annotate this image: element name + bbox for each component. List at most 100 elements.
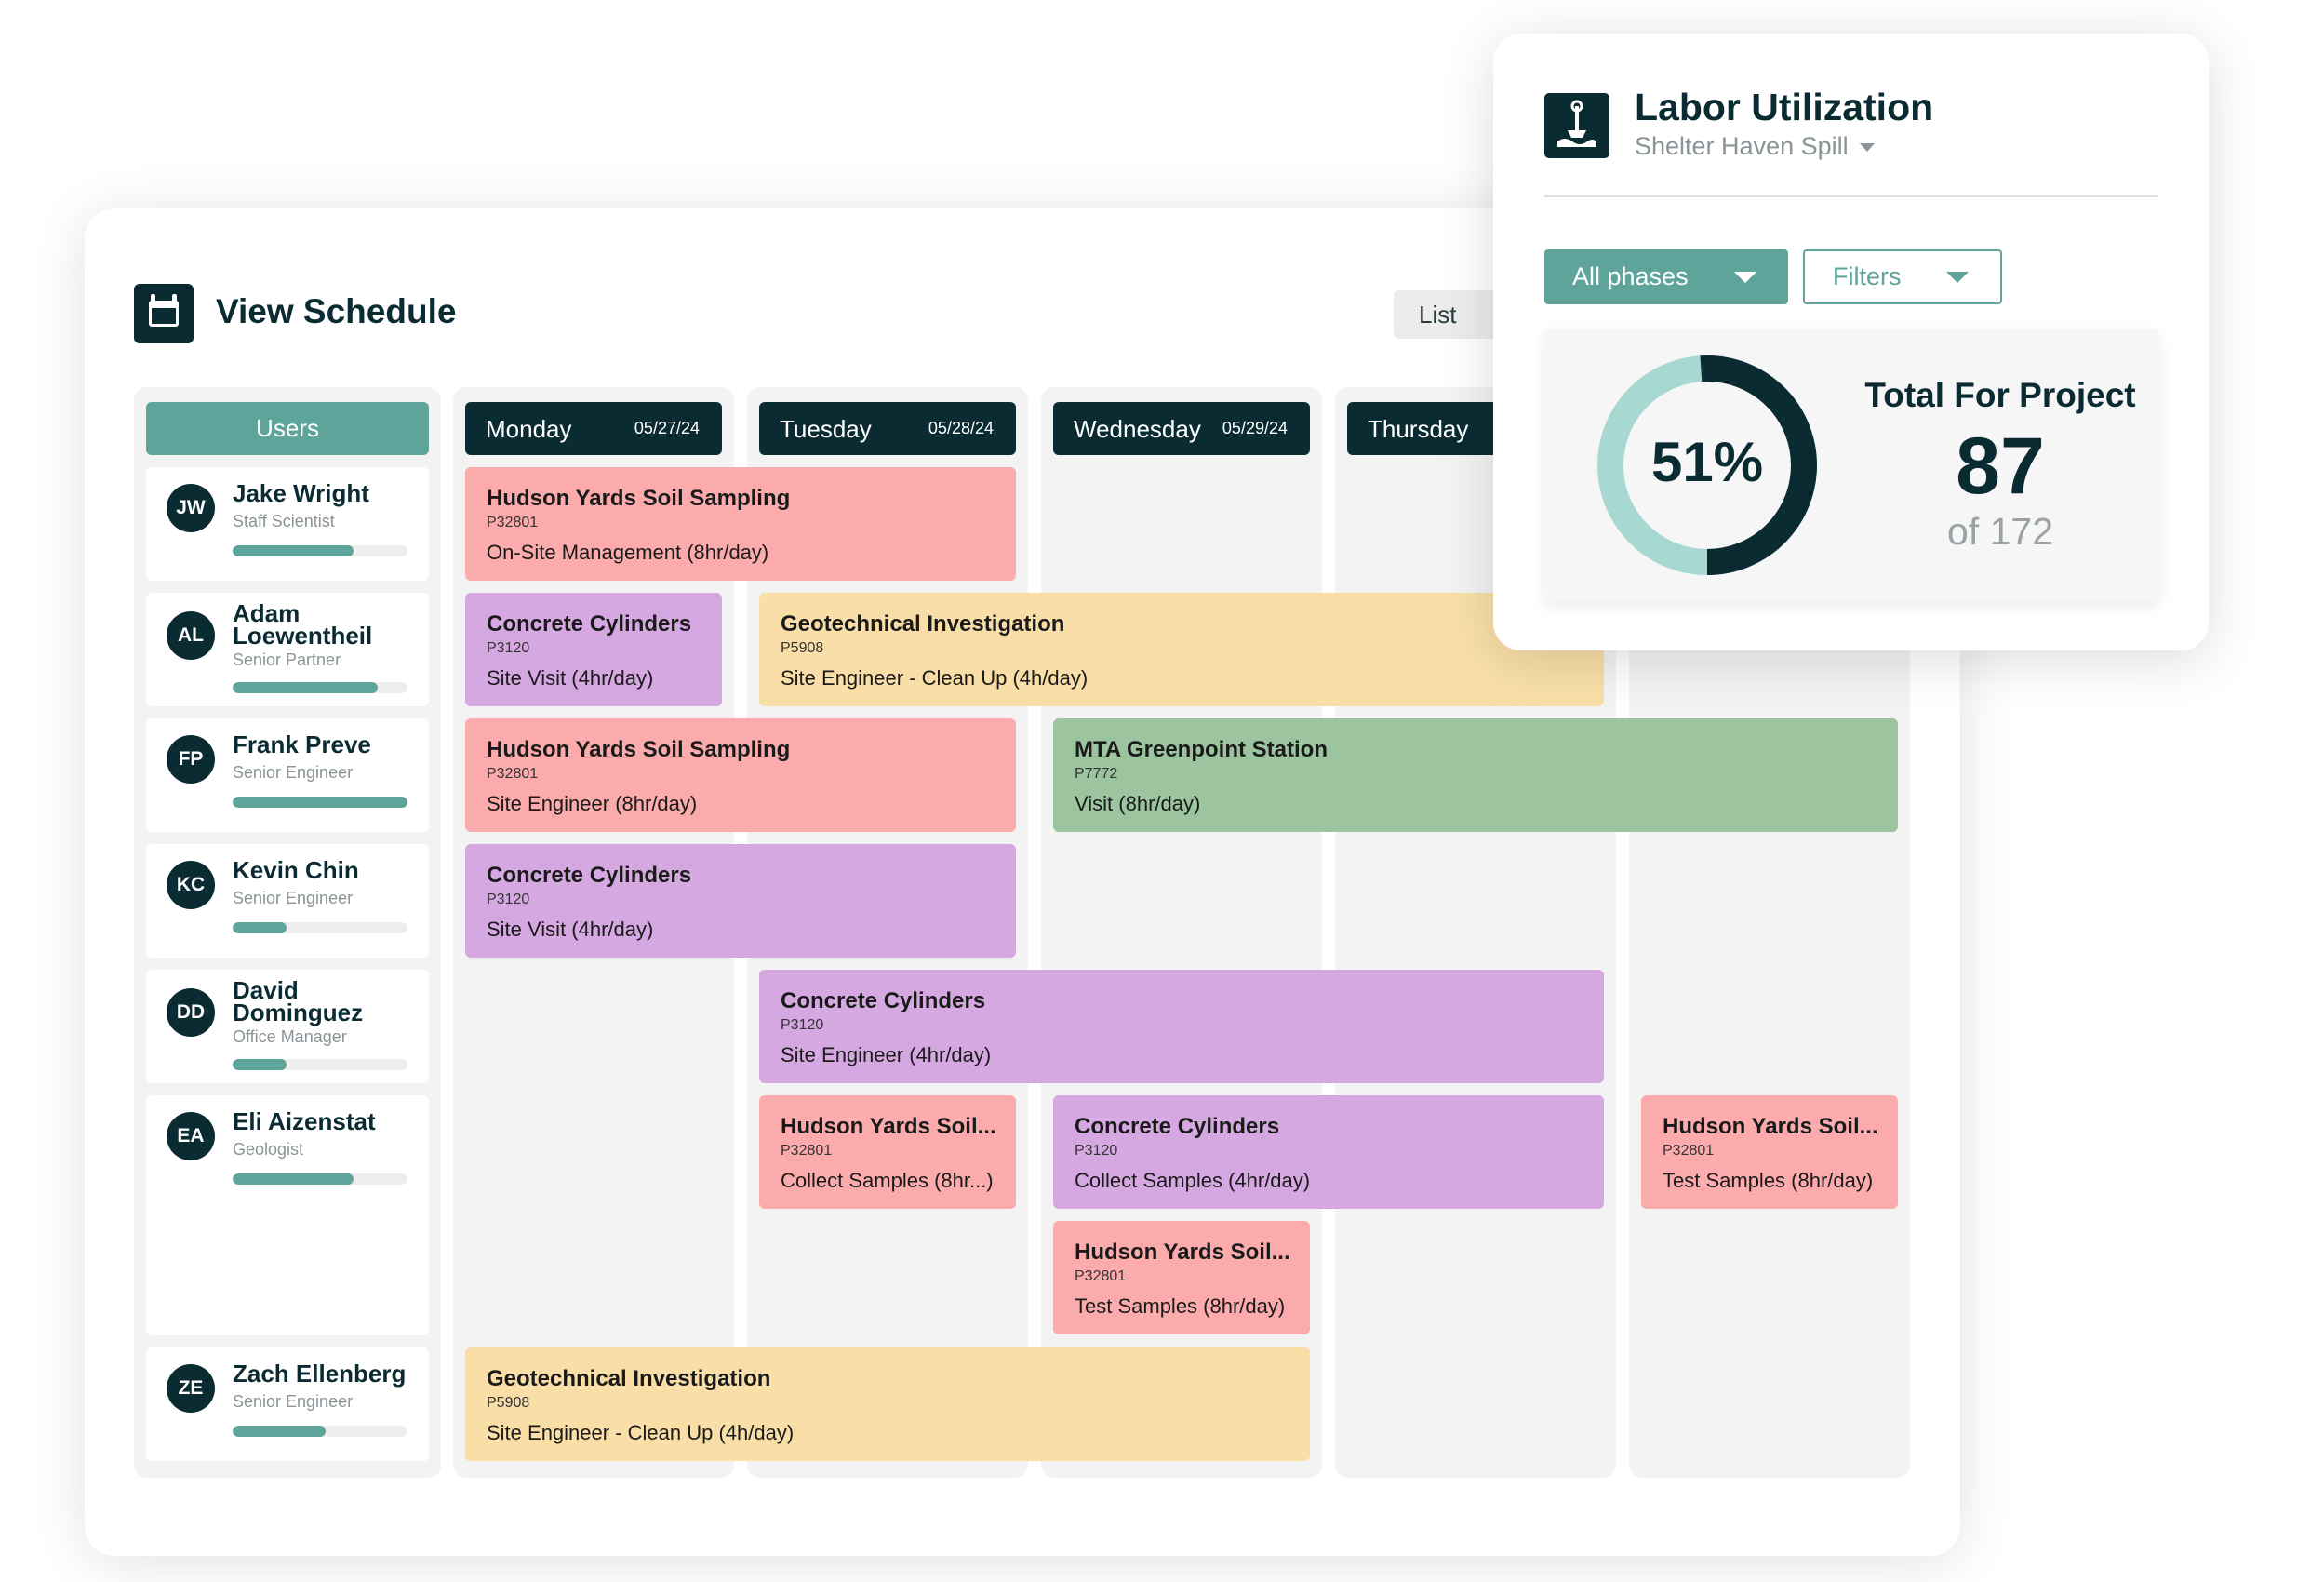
schedule-event[interactable]: Hudson Yards Soil... P32801 Collect Samp… <box>759 1095 1016 1209</box>
user-role: Senior Engineer <box>233 763 354 782</box>
event-title: Concrete Cylinders <box>781 988 986 1013</box>
day-date: 05/28/24 <box>928 419 994 437</box>
user-card[interactable]: JW Jake Wright Staff Scientist <box>146 467 429 581</box>
event-code: P3120 <box>1075 1143 1118 1159</box>
day-header-wednesday[interactable]: Wednesday 05/29/24 <box>1053 402 1310 455</box>
event-code: P32801 <box>1075 1268 1127 1284</box>
user-name: Jake Wright <box>233 479 369 507</box>
event-title: Hudson Yards Soil... <box>1075 1240 1290 1265</box>
schedule-event[interactable]: Hudson Yards Soil Sampling P32801 Site E… <box>465 718 1016 832</box>
avatar: AL <box>167 611 215 660</box>
event-title: Geotechnical Investigation <box>487 1366 771 1391</box>
user-card[interactable]: KC Kevin Chin Senior Engineer <box>146 844 429 958</box>
user-role: Senior Engineer <box>233 1392 354 1411</box>
list-view-button[interactable]: List <box>1394 290 1505 339</box>
event-description: Collect Samples (8hr...) <box>781 1169 994 1192</box>
user-name: Eli Aizenstat <box>233 1107 376 1135</box>
site-sampling-icon <box>1544 93 1609 158</box>
chevron-down-icon <box>1859 143 1875 153</box>
user-name: Zach Ellenberg <box>233 1360 407 1388</box>
schedule-event[interactable]: MTA Greenpoint Station P7772 Visit (8hr/… <box>1053 718 1898 832</box>
schedule-title: View Schedule <box>216 292 457 330</box>
event-code: P3120 <box>487 640 530 656</box>
event-description: Site Engineer (4hr/day) <box>781 1043 992 1066</box>
event-description: Test Samples (8hr/day) <box>1075 1294 1286 1318</box>
user-card[interactable]: ZE Zach Ellenberg Senior Engineer <box>146 1347 429 1461</box>
schedule-event[interactable]: Hudson Yards Soil... P32801 Test Samples… <box>1053 1221 1310 1334</box>
phases-dropdown[interactable]: All phases <box>1544 249 1788 304</box>
day-name: Tuesday <box>780 415 872 443</box>
project-selector[interactable]: Shelter Haven Spill <box>1635 132 1875 161</box>
event-code: P32801 <box>781 1143 833 1159</box>
event-title: Concrete Cylinders <box>1075 1114 1280 1139</box>
event-description: Test Samples (8hr/day) <box>1663 1169 1874 1192</box>
event-description: Collect Samples (4hr/day) <box>1075 1169 1311 1192</box>
schedule-event[interactable]: Geotechnical Investigation P5908 Site En… <box>465 1347 1310 1461</box>
event-description: Site Engineer (8hr/day) <box>487 792 698 815</box>
event-description: Site Visit (4hr/day) <box>487 918 654 941</box>
event-title: Hudson Yards Soil Sampling <box>487 486 791 511</box>
user-name: David Dominguez <box>233 976 364 1026</box>
event-title: Concrete Cylinders <box>487 863 692 888</box>
day-name: Wednesday <box>1074 415 1201 443</box>
day-header-monday[interactable]: Monday 05/27/24 <box>465 402 722 455</box>
schedule-event[interactable]: Concrete Cylinders P3120 Site Engineer (… <box>759 970 1604 1083</box>
utilization-bar <box>233 682 407 693</box>
event-title: Hudson Yards Soil Sampling <box>487 737 791 762</box>
user-role: Office Manager <box>233 1027 347 1046</box>
event-description: On-Site Management (8hr/day) <box>487 541 769 564</box>
day-date: 05/29/24 <box>1222 419 1288 437</box>
labor-title: Labor Utilization <box>1635 86 1934 128</box>
day-name: Thursday <box>1368 415 1469 443</box>
user-card[interactable]: FP Frank Preve Senior Engineer <box>146 718 429 832</box>
event-title: Hudson Yards Soil... <box>1663 1114 1878 1139</box>
event-code: P32801 <box>487 515 539 530</box>
schedule-event[interactable]: Concrete Cylinders P3120 Collect Samples… <box>1053 1095 1604 1209</box>
total-label: Total For Project <box>1864 376 2136 414</box>
event-code: P3120 <box>487 892 530 907</box>
event-description: Site Engineer - Clean Up (4h/day) <box>781 666 1089 690</box>
event-code: P7772 <box>1075 766 1118 782</box>
filters-dropdown[interactable]: Filters <box>1803 249 2002 304</box>
event-title: Geotechnical Investigation <box>781 611 1065 637</box>
event-description: Site Engineer - Clean Up (4h/day) <box>487 1421 795 1444</box>
schedule-event[interactable]: Concrete Cylinders P3120 Site Visit (4hr… <box>465 593 722 706</box>
schedule-event[interactable]: Concrete Cylinders P3120 Site Visit (4hr… <box>465 844 1016 958</box>
user-role: Geologist <box>233 1140 304 1159</box>
user-role: Senior Partner <box>233 650 341 669</box>
filters-label: Filters <box>1833 262 1902 290</box>
user-card[interactable]: EA Eli Aizenstat Geologist <box>146 1095 429 1335</box>
user-card[interactable]: DD David Dominguez Office Manager <box>146 970 429 1083</box>
schedule-event[interactable]: Hudson Yards Soil... P32801 Test Samples… <box>1641 1095 1898 1209</box>
event-code: P5908 <box>781 640 824 656</box>
utilization-percent: 51% <box>1650 431 1764 493</box>
avatar: FP <box>167 735 215 784</box>
avatar: EA <box>167 1112 215 1160</box>
event-description: Visit (8hr/day) <box>1075 792 1201 815</box>
utilization-bar <box>233 545 407 556</box>
utilization-bar <box>233 1173 407 1185</box>
utilization-bar <box>233 922 407 933</box>
schedule-event[interactable]: Geotechnical Investigation P5908 Site En… <box>759 593 1604 706</box>
avatar: JW <box>167 484 215 532</box>
day-header-tuesday[interactable]: Tuesday 05/28/24 <box>759 402 1016 455</box>
chevron-down-icon <box>1946 272 1969 283</box>
utilization-bar <box>233 1059 407 1070</box>
utilization-bar <box>233 1426 407 1437</box>
user-name: Adam Loewentheil <box>233 599 373 650</box>
phases-label: All phases <box>1572 262 1689 290</box>
event-code: P3120 <box>781 1017 824 1033</box>
user-name: Kevin Chin <box>233 856 359 884</box>
event-code: P5908 <box>487 1395 530 1411</box>
event-title: MTA Greenpoint Station <box>1075 737 1328 762</box>
event-title: Hudson Yards Soil... <box>781 1114 996 1139</box>
day-date: 05/27/24 <box>634 419 700 437</box>
user-role: Staff Scientist <box>233 512 335 530</box>
divider <box>1544 195 2158 197</box>
total-of: of 172 <box>1947 510 2053 553</box>
avatar: DD <box>167 988 215 1037</box>
user-card[interactable]: AL Adam Loewentheil Senior Partner <box>146 593 429 706</box>
avatar: KC <box>167 861 215 909</box>
schedule-event[interactable]: Hudson Yards Soil Sampling P32801 On-Sit… <box>465 467 1016 581</box>
avatar: ZE <box>167 1364 215 1413</box>
